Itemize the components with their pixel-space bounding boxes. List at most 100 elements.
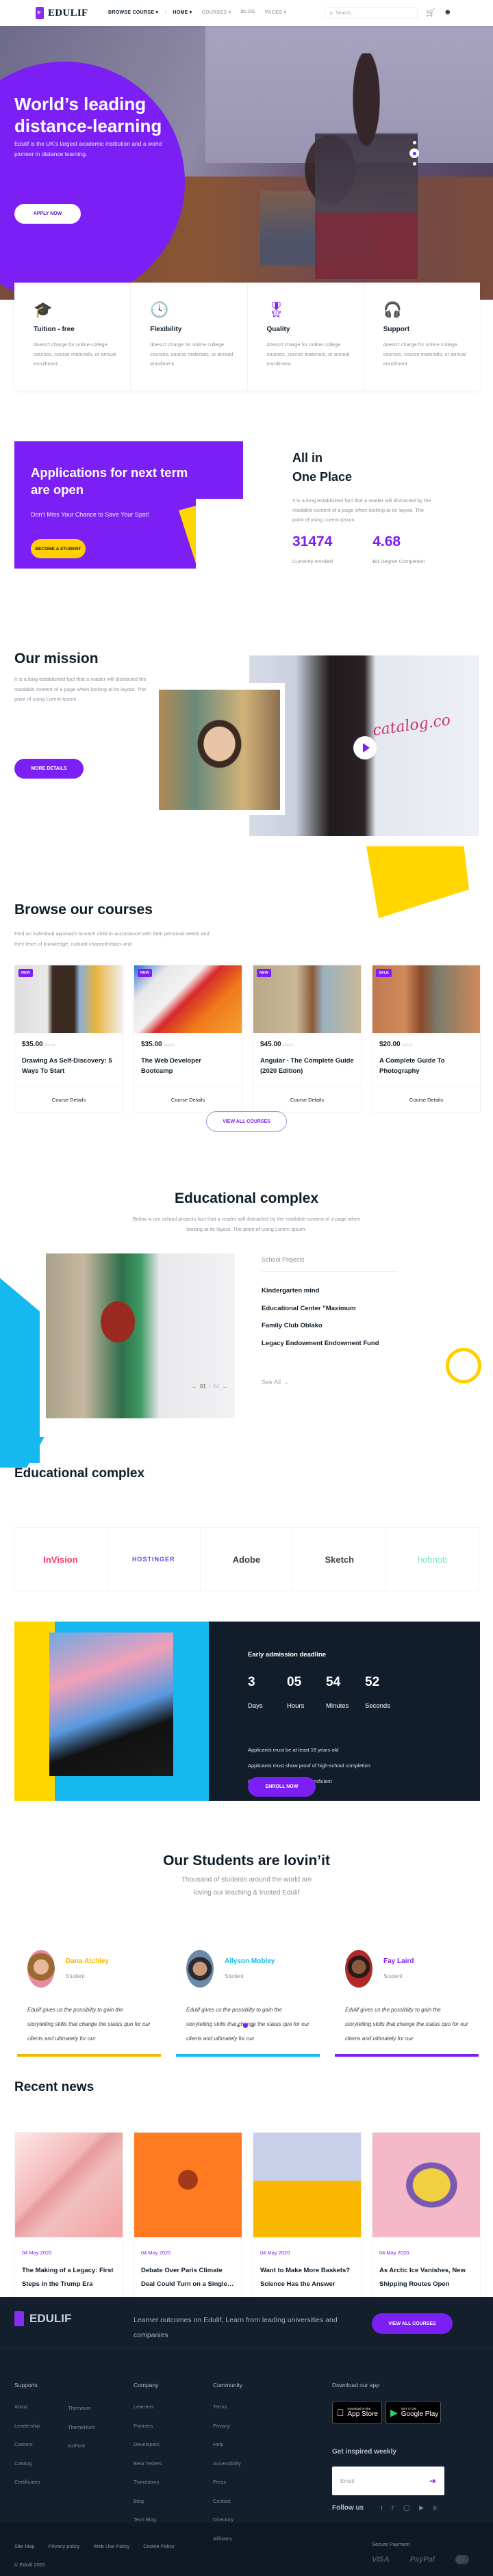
footer-link[interactable]: Themeum <box>68 2399 94 2418</box>
footer-link[interactable]: Careers <box>14 2435 40 2454</box>
courses-title: Browse our courses <box>14 902 153 918</box>
course-details-link[interactable]: Course Details <box>134 1086 242 1113</box>
more-details-button[interactable]: MORE DETAILS <box>14 759 84 779</box>
slider-dot-active[interactable] <box>409 148 419 158</box>
apply-now-button[interactable]: APPLY NOW <box>14 204 81 224</box>
footer-link[interactable]: Contact <box>213 2492 242 2511</box>
arrow-left-icon[interactable]: ← <box>192 1383 197 1390</box>
carousel-dot-active[interactable] <box>243 2023 248 2028</box>
nav-home[interactable]: HOME ▾ <box>165 10 192 15</box>
instagram-icon[interactable]: ◯ <box>403 2504 410 2512</box>
footer-view-all-courses-button[interactable]: VIEW ALL COURSES <box>372 2313 453 2334</box>
news-title-link[interactable]: Want to Make More Baskets? Science Has t… <box>253 2256 361 2291</box>
course-title[interactable]: Angular - The Complete Guide (2020 Editi… <box>253 1048 361 1076</box>
news-title-link[interactable]: The Making of a Legacy: First Steps in t… <box>15 2256 123 2291</box>
become-student-button[interactable]: BECOME A STUDENT <box>31 539 86 558</box>
partner-logo-adobe[interactable]: Adobe <box>201 1528 294 1591</box>
footer-link[interactable]: Learners <box>134 2397 162 2417</box>
requirement-item: Applicants must show proof of high-schoo… <box>248 1762 370 1769</box>
testimonial-name: Dana Atchley <box>66 1957 109 1965</box>
footer-link[interactable]: Help <box>213 2435 242 2454</box>
view-all-courses-button[interactable]: VIEW ALL COURSES <box>206 1111 287 1132</box>
footer-link[interactable]: Blog <box>134 2492 162 2511</box>
course-title[interactable]: A Complete Guide To Photography <box>372 1048 480 1076</box>
footer-link[interactable]: Tech Blog <box>134 2510 162 2529</box>
nav-courses[interactable]: COURSES ▾ <box>202 10 231 15</box>
payment-methods: VISA PayPal <box>372 2555 469 2564</box>
see-all-link[interactable]: See All → <box>262 1379 397 1385</box>
course-card[interactable]: NEW <box>253 965 362 1033</box>
feature-text: doesn't charge for online college course… <box>266 341 350 367</box>
courses-subtitle: Find an individual approach to each chil… <box>14 931 210 947</box>
footer-link[interactable]: Press <box>213 2473 242 2492</box>
enroll-now-button[interactable]: ENROLL NOW <box>248 1777 316 1797</box>
partner-logo-hostinger[interactable]: HOSTINGER <box>108 1528 201 1591</box>
slider-dot[interactable] <box>412 141 416 144</box>
footer-logo[interactable]: EDULIF <box>14 2311 71 2326</box>
course-card[interactable]: NEW <box>134 965 242 1033</box>
course-details-link[interactable]: Course Details <box>253 1086 362 1113</box>
footer-link[interactable]: Terms <box>213 2397 242 2417</box>
partner-logo-invision[interactable]: InVision <box>14 1528 108 1591</box>
footer-link[interactable]: Leadership <box>14 2417 40 2436</box>
logo[interactable]: EDULIF <box>36 7 88 19</box>
news-card[interactable]: 04 May 2020 Debate Over Paris Climate De… <box>134 2132 242 2303</box>
app-store-button[interactable]:  Download on theApp Store <box>332 2401 382 2424</box>
footer-link[interactable]: Partners <box>134 2417 162 2436</box>
nav-blog[interactable]: BLOG <box>240 10 255 15</box>
twitter-icon[interactable]: 𝕣 <box>392 2504 394 2512</box>
footer-bottom-link[interactable]: Site Map <box>14 2543 35 2549</box>
footer-link[interactable]: Beta Testers <box>134 2454 162 2473</box>
footer-bottom-link[interactable]: Privacy policy <box>49 2543 80 2549</box>
news-title-link[interactable]: Debate Over Paris Climate Deal Could Tur… <box>134 2256 242 2291</box>
pinterest-icon[interactable]: ℗ <box>433 2505 438 2512</box>
footer-link[interactable]: Translators <box>134 2473 162 2492</box>
nav-pages[interactable]: PAGES ▾ <box>265 10 287 15</box>
partners-title: Educational complex <box>14 1466 145 1481</box>
footer-link[interactable]: About <box>14 2397 40 2417</box>
footer-bottom-link[interactable]: Web Use Policy <box>93 2543 129 2549</box>
user-icon[interactable]: ☻ <box>444 8 452 16</box>
news-card[interactable]: 04 May 2020 The Making of a Legacy: Firs… <box>14 2132 123 2303</box>
footer-link[interactable]: Catalog <box>14 2454 40 2473</box>
footer-link[interactable]: Privacy <box>213 2417 242 2436</box>
cart-icon[interactable]: 🛒 <box>426 8 435 17</box>
search-input[interactable]: ⚲ Search... <box>325 8 418 19</box>
course-title[interactable]: The Web Developer Bootcamp <box>134 1048 242 1076</box>
footer-bottom-link[interactable]: Cookie Policy <box>143 2543 174 2549</box>
footer-link[interactable]: Certificates <box>14 2473 40 2492</box>
project-item[interactable]: Legacy Endowment Endowment Fund <box>262 1340 397 1347</box>
carousel-dot[interactable] <box>251 2024 254 2027</box>
footer-link[interactable]: ThemeHunt <box>68 2418 94 2437</box>
course-details-link[interactable]: Course Details <box>372 1086 481 1113</box>
google-play-button[interactable]: ▶ GET IT ON Google Play <box>385 2401 441 2424</box>
partner-logo-sketch[interactable]: Sketch <box>293 1528 387 1591</box>
news-card[interactable]: 04 May 2020 As Arctic Ice Vanishes, New … <box>372 2132 481 2303</box>
news-title-link[interactable]: As Arctic Ice Vanishes, New Shipping Rou… <box>372 2256 480 2291</box>
course-card[interactable]: NEW <box>14 965 123 1033</box>
arrow-right-icon[interactable]: ➜ <box>429 2476 436 2486</box>
feature-title: Tuition - free <box>34 326 75 333</box>
footer-link[interactable]: IcoFont <box>68 2436 94 2456</box>
facebook-icon[interactable]: f <box>381 2505 383 2512</box>
nav-browse-course[interactable]: BROWSE COURSE ▾ <box>108 10 158 15</box>
course-card[interactable]: SALE <box>372 965 481 1033</box>
newsletter-email-input[interactable]: Email ➜ <box>332 2467 444 2495</box>
project-item[interactable]: Kindergarten mind <box>262 1287 397 1294</box>
footer-link[interactable]: Accessibility <box>213 2454 242 2473</box>
footer-link[interactable]: Developers <box>134 2435 162 2454</box>
youtube-icon[interactable]: ▶ <box>419 2504 424 2512</box>
news-card[interactable]: 04 May 2020 Want to Make More Baskets? S… <box>253 2132 362 2303</box>
footer-brand: EDULIF <box>29 2312 72 2325</box>
footer-link[interactable]: Affiliates <box>213 2529 242 2549</box>
play-video-icon[interactable] <box>353 736 377 759</box>
footer-link[interactable]: Directory <box>213 2510 242 2529</box>
carousel-dot[interactable] <box>237 2024 240 2027</box>
course-title[interactable]: Drawing As Self-Discovery: 5 Ways To Sta… <box>15 1048 123 1076</box>
course-details-link[interactable]: Course Details <box>14 1086 123 1113</box>
partner-logo-hobnob[interactable]: hobnob <box>386 1528 479 1591</box>
project-item[interactable]: Educational Center "Maximum <box>262 1305 397 1312</box>
project-item[interactable]: Family Club Oblako <box>262 1322 397 1329</box>
slider-dot[interactable] <box>412 162 416 166</box>
arrow-right-icon[interactable]: → <box>222 1383 227 1390</box>
